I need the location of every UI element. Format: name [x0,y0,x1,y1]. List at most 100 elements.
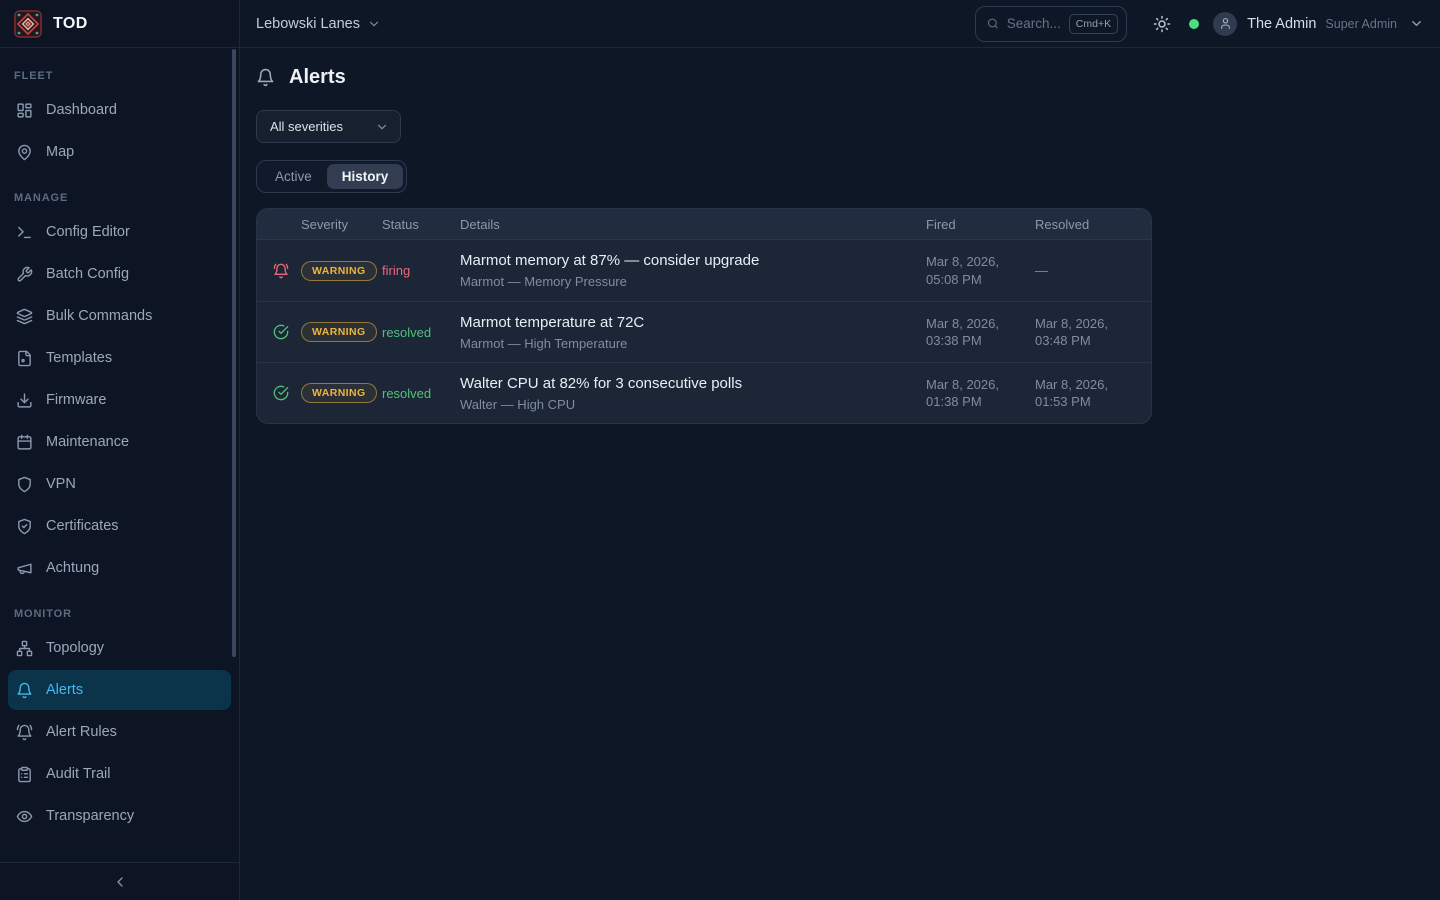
sidebar-item-audit-trail[interactable]: Audit Trail [8,754,231,794]
nav-section-label: Manage [8,184,231,210]
check-circle-icon [273,324,289,340]
sidebar-item-label: Templates [46,350,112,366]
sidebar-collapse-button[interactable] [0,862,239,900]
sidebar-item-bulk-commands[interactable]: Bulk Commands [8,296,231,336]
sidebar-item-label: Bulk Commands [46,308,152,324]
sidebar-item-achtung[interactable]: Achtung [8,548,231,588]
fired-timestamp: Mar 8, 2026,01:38 PM [926,376,1035,410]
alerts-table: Severity Status Details Fired Resolved W… [256,208,1152,424]
check-circle-icon [273,385,289,401]
table-row[interactable]: WARNING resolved Marmot temperature at 7… [257,301,1151,362]
calendar-icon [16,434,33,451]
sidebar-item-firmware[interactable]: Firmware [8,380,231,420]
org-name: Lebowski Lanes [256,16,360,32]
bell-icon [256,68,275,87]
severity-filter-value: All severities [270,119,343,134]
search-input[interactable]: Search... Cmd+K [975,6,1127,42]
clipboard-list-icon [16,766,33,783]
alert-title: Marmot temperature at 72C [460,314,926,331]
sidebar-item-maintenance[interactable]: Maintenance [8,422,231,462]
download-icon [16,392,33,409]
user-menu-chevron-icon[interactable] [1409,16,1424,31]
column-header-fired: Fired [926,217,1035,232]
main-column: Lebowski Lanes Search... Cmd+K The Admin… [240,0,1440,900]
resolved-timestamp: — [1035,262,1135,279]
sidebar-scrollbar[interactable] [232,49,236,657]
topbar-right: Search... Cmd+K The Admin Super Admin [975,6,1424,42]
shield-icon [16,476,33,493]
sidebar-item-label: Alerts [46,682,83,698]
sun-icon [1153,15,1171,33]
column-header-details: Details [460,217,926,232]
sidebar-item-batch-config[interactable]: Batch Config [8,254,231,294]
severity-filter-select[interactable]: All severities [256,110,401,143]
nav-section-monitor: Monitor Topology Alerts Alert Rules Audi… [8,600,231,836]
table-row[interactable]: WARNING firing Marmot memory at 87% — co… [257,240,1151,301]
severity-badge: WARNING [301,322,377,342]
sidebar-item-vpn[interactable]: VPN [8,464,231,504]
status-text: resolved [382,325,460,340]
alert-subtitle: Marmot — Memory Pressure [460,274,926,289]
resolved-timestamp: Mar 8, 2026,03:48 PM [1035,315,1135,349]
brand-header: TOD [0,0,239,48]
bell-ring-icon [273,263,289,279]
sidebar-item-label: Firmware [46,392,106,408]
sidebar-item-dashboard[interactable]: Dashboard [8,90,231,130]
status-text: resolved [382,386,460,401]
brand-name: TOD [53,15,88,33]
sidebar-item-label: Achtung [46,560,99,576]
avatar[interactable] [1213,12,1237,36]
user-name: The Admin [1247,16,1316,32]
sidebar-item-label: Dashboard [46,102,117,118]
sidebar-item-alerts[interactable]: Alerts [8,670,231,710]
page-title: Alerts [289,66,346,89]
severity-badge: WARNING [301,383,377,403]
sidebar-item-config-editor[interactable]: Config Editor [8,212,231,252]
topbar: Lebowski Lanes Search... Cmd+K The Admin… [240,0,1440,48]
column-header-resolved: Resolved [1035,217,1135,232]
sidebar-nav: Fleet Dashboard Map Manage Config Editor… [0,48,239,862]
fired-timestamp: Mar 8, 2026,05:08 PM [926,253,1035,287]
shield-check-icon [16,518,33,535]
nav-section-label: Fleet [8,62,231,88]
bell-ring-icon [16,724,33,741]
sidebar-item-map[interactable]: Map [8,132,231,172]
alert-subtitle: Marmot — High Temperature [460,336,926,351]
chevron-down-icon [375,120,389,134]
layers-icon [16,308,33,325]
sidebar-item-certificates[interactable]: Certificates [8,506,231,546]
brand-logo-icon [14,10,42,38]
user-icon [1219,17,1232,30]
sidebar-item-transparency[interactable]: Transparency [8,796,231,836]
alert-subtitle: Walter — High CPU [460,397,926,412]
alert-title: Walter CPU at 82% for 3 consecutive poll… [460,375,926,392]
sidebar-item-alert-rules[interactable]: Alert Rules [8,712,231,752]
search-shortcut-badge: Cmd+K [1069,14,1118,34]
sidebar-item-label: Certificates [46,518,119,534]
terminal-icon [16,224,33,241]
sidebar-item-templates[interactable]: Templates [8,338,231,378]
org-switcher[interactable]: Lebowski Lanes [256,16,381,32]
tab-active[interactable]: Active [260,164,327,189]
nav-section-label: Monitor [8,600,231,626]
network-icon [16,640,33,657]
alerts-tabs: Active History [256,160,407,193]
severity-badge: WARNING [301,261,377,281]
megaphone-icon [16,560,33,577]
tab-history[interactable]: History [327,164,404,189]
chevron-left-icon [112,874,128,890]
page-header: Alerts [256,66,1424,89]
sidebar-item-label: Transparency [46,808,134,824]
search-placeholder: Search... [1007,16,1061,31]
sidebar-item-label: VPN [46,476,76,492]
sidebar-item-label: Audit Trail [46,766,110,782]
sidebar-item-topology[interactable]: Topology [8,628,231,668]
theme-toggle-button[interactable] [1153,15,1171,33]
user-role-badge: Super Admin [1325,17,1397,31]
chevron-down-icon [367,17,381,31]
column-header-severity: Severity [301,217,382,232]
eye-icon [16,808,33,825]
map-pin-icon [16,144,33,161]
connection-status-dot [1189,19,1199,29]
table-row[interactable]: WARNING resolved Walter CPU at 82% for 3… [257,362,1151,423]
